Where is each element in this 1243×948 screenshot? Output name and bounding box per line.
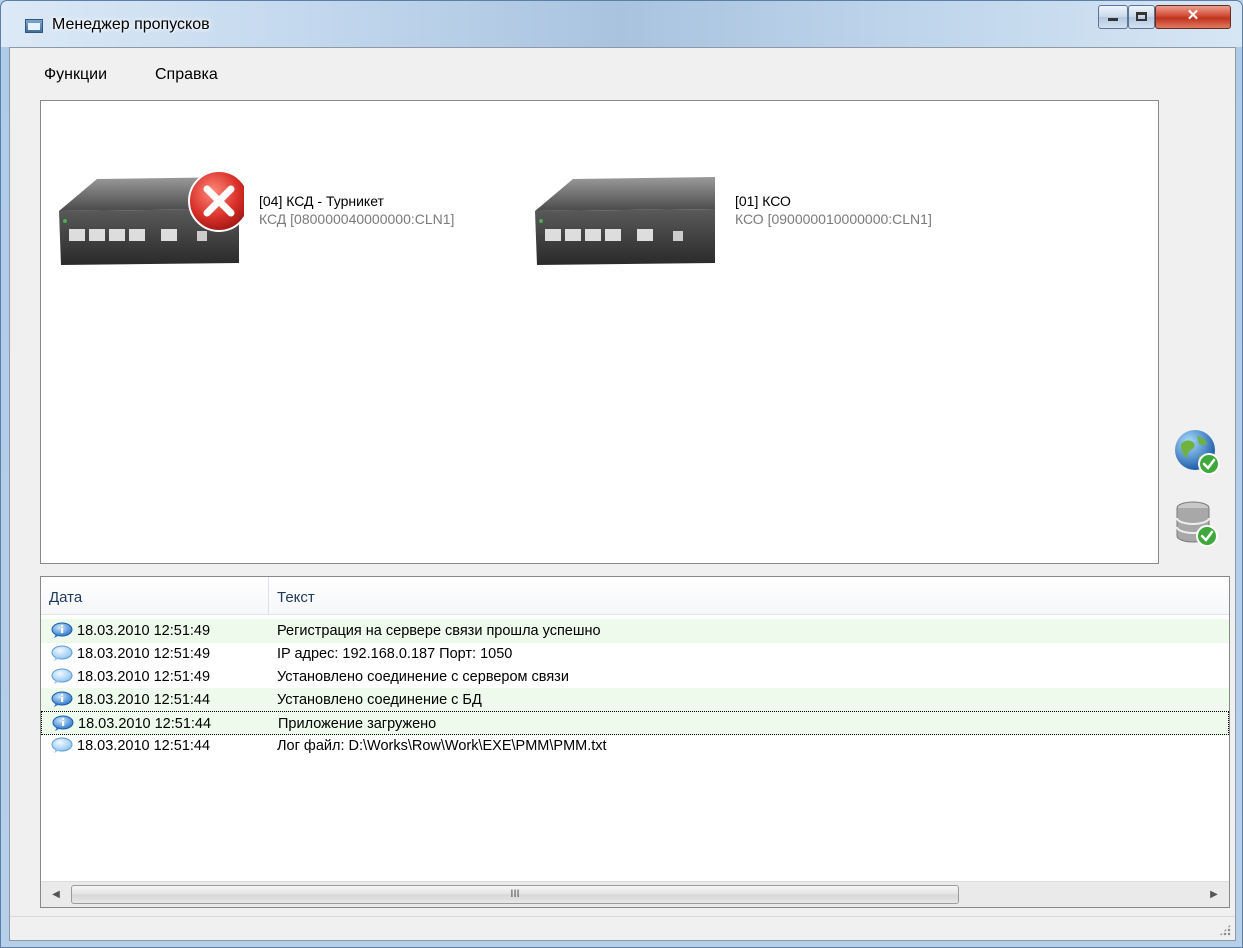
log-text: Лог файл: D:\Works\Row\Work\EXE\PMM\PMM.… bbox=[277, 738, 607, 754]
controller-device-icon bbox=[535, 177, 715, 265]
log-list[interactable]: Дата Текст 18.03.2010 12:51:49 Регистраци… bbox=[40, 576, 1230, 908]
log-date: 18.03.2010 12:51:49 bbox=[77, 669, 211, 685]
maximize-icon bbox=[1136, 12, 1147, 21]
log-row[interactable]: 18.03.2010 12:51:49 IP адрес: 192.168.0.1… bbox=[41, 642, 1229, 666]
menu-help[interactable]: Справка bbox=[155, 66, 218, 84]
maximize-button[interactable] bbox=[1128, 5, 1155, 29]
window-title: Менеджер пропусков bbox=[52, 16, 210, 33]
scroll-right-arrow-icon[interactable]: ▶ bbox=[1205, 886, 1223, 904]
log-row[interactable]: 18.03.2010 12:51:44 Лог файл: D:\Works\Ro… bbox=[41, 734, 1229, 758]
log-text: Установлено соединение с БД bbox=[277, 692, 482, 708]
device-address: КСО [090000010000000:CLN1] bbox=[735, 211, 932, 227]
column-header-date[interactable]: Дата bbox=[49, 589, 82, 606]
log-row[interactable]: 18.03.2010 12:51:49 Регистрация на сервер… bbox=[41, 619, 1229, 643]
log-text: IP адрес: 192.168.0.187 Порт: 1050 bbox=[277, 646, 513, 662]
app-window: Менеджер пропусков ✕ Функции Справка [04… bbox=[0, 0, 1243, 948]
menu-bar: Функции Справка bbox=[10, 48, 1235, 84]
log-row[interactable]: 18.03.2010 12:51:49 Установлено соединени… bbox=[41, 665, 1229, 689]
log-header: Дата Текст bbox=[41, 577, 1229, 615]
app-window-icon bbox=[25, 19, 43, 33]
title-bar[interactable]: Менеджер пропусков ✕ bbox=[1, 1, 1242, 47]
scrollbar-thumb[interactable]: III bbox=[71, 885, 959, 904]
resize-grip-icon[interactable] bbox=[1219, 924, 1231, 936]
log-date: 18.03.2010 12:51:44 bbox=[78, 716, 212, 732]
log-text: Регистрация на сервере связи прошла успе… bbox=[277, 623, 601, 639]
message-bubble-icon bbox=[51, 737, 73, 754]
device-item[interactable]: [04] КСД - Турникет КСД [080000040000000… bbox=[49, 161, 489, 271]
device-title: [01] КСО bbox=[735, 193, 791, 209]
close-icon: ✕ bbox=[1186, 7, 1200, 24]
scroll-left-arrow-icon[interactable]: ◀ bbox=[47, 886, 65, 904]
info-bubble-icon bbox=[52, 715, 74, 732]
info-bubble-icon bbox=[51, 622, 73, 639]
message-bubble-icon bbox=[51, 668, 73, 685]
log-row[interactable]: 18.03.2010 12:51:44 Приложение загружено bbox=[41, 711, 1229, 735]
client-area: Функции Справка [04] КСД - Турникет КСД … bbox=[9, 47, 1236, 941]
log-row[interactable]: 18.03.2010 12:51:44 Установлено соединени… bbox=[41, 688, 1229, 712]
message-bubble-icon bbox=[51, 645, 73, 662]
log-date: 18.03.2010 12:51:49 bbox=[77, 623, 211, 639]
log-date: 18.03.2010 12:51:44 bbox=[77, 692, 211, 708]
log-text: Установлено соединение с сервером связи bbox=[277, 669, 569, 685]
close-button[interactable]: ✕ bbox=[1155, 5, 1231, 29]
column-divider[interactable] bbox=[268, 577, 269, 615]
horizontal-scrollbar[interactable]: ◀ III ▶ bbox=[41, 881, 1229, 907]
database-connected-icon[interactable] bbox=[1175, 500, 1219, 548]
log-date: 18.03.2010 12:51:49 bbox=[77, 646, 211, 662]
device-item[interactable]: [01] КСО КСО [090000010000000:CLN1] bbox=[525, 161, 965, 271]
device-panel: [04] КСД - Турникет КСД [080000040000000… bbox=[40, 100, 1159, 564]
column-header-text[interactable]: Текст bbox=[277, 589, 315, 606]
menu-functions[interactable]: Функции bbox=[44, 66, 107, 84]
controller-device-icon bbox=[59, 170, 244, 265]
log-date: 18.03.2010 12:51:44 bbox=[77, 738, 211, 754]
minimize-icon bbox=[1108, 18, 1118, 21]
log-text: Приложение загружено bbox=[278, 716, 437, 732]
info-bubble-icon bbox=[51, 691, 73, 708]
status-bar bbox=[10, 916, 1235, 940]
globe-connected-icon[interactable] bbox=[1173, 428, 1221, 476]
device-address: КСД [080000040000000:CLN1] bbox=[259, 211, 455, 227]
device-title: [04] КСД - Турникет bbox=[259, 193, 384, 209]
minimize-button[interactable] bbox=[1098, 5, 1128, 29]
